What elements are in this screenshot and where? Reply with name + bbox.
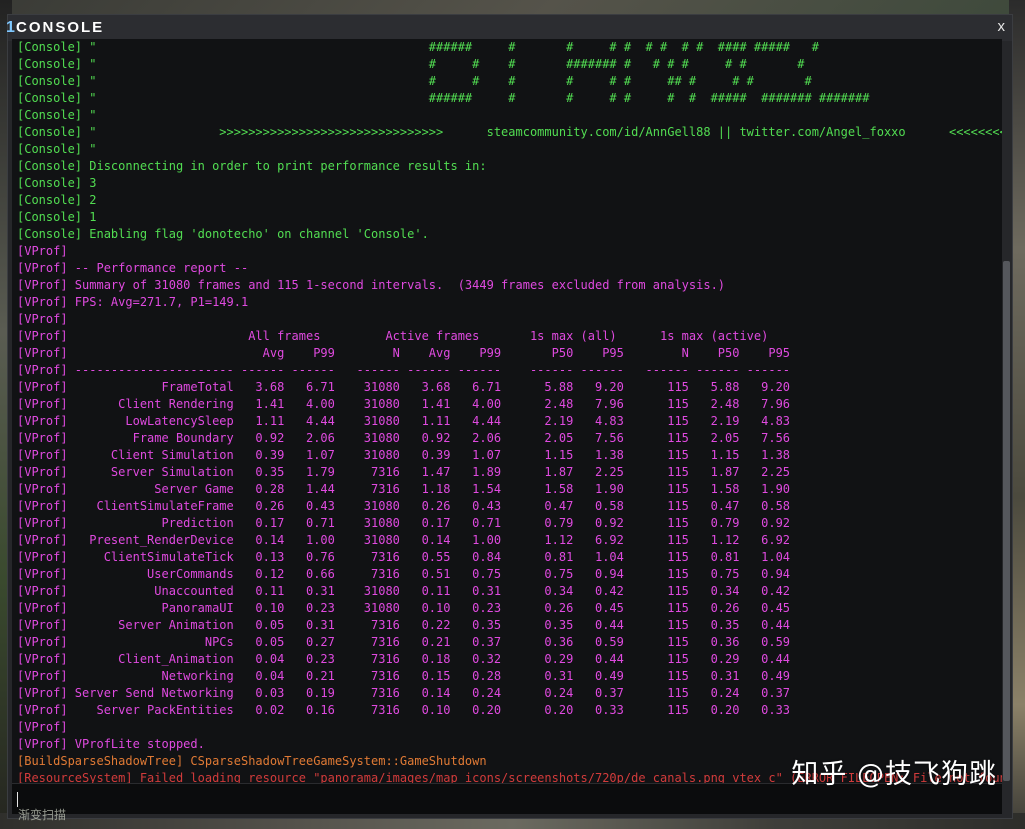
log-line: [VProf] Server Animation 0.05 0.31 7316 … [17, 618, 791, 632]
log-line: [VProf] All frames Active frames 1s max … [17, 329, 769, 343]
log-line: [VProf] FrameTotal 3.68 6.71 31080 3.68 … [17, 380, 791, 394]
log-line: [VProf] VProfLite stopped. [12, 736, 1002, 753]
log-line: [Console] " [17, 142, 97, 156]
log-line: [VProf] Avg P99 N Avg P99 P50 P95 N P50 … [17, 346, 791, 360]
log-line: [VProf] ClientSimulateTick 0.13 0.76 731… [17, 550, 791, 564]
console-log[interactable]: [Console] " ###### # # # # # # # # #### … [12, 39, 1002, 783]
log-line: [VProf] Present_RenderDevice 0.14 1.00 3… [17, 533, 791, 547]
log-line: [Console] " [17, 108, 97, 122]
log-line: [Console] " # # # # # # ## # # # # [17, 74, 812, 88]
log-line: [VProf] LowLatencySleep 1.11 4.44 31080 … [17, 414, 791, 428]
watermark: 知乎 @技飞狗跳 [791, 759, 997, 790]
log-line: [VProf] UserCommands 0.12 0.66 7316 0.51… [17, 567, 791, 581]
log-scrollbar[interactable] [1003, 261, 1010, 781]
log-line: [Console] " # # # ####### # # # # # # # [17, 57, 805, 71]
log-line: [VProf] Server Send Networking 0.03 0.19… [17, 686, 791, 700]
log-line: [VProf] Prediction 0.17 0.71 31080 0.17 … [17, 516, 791, 530]
log-line: [VProf] Server Game 0.28 1.44 7316 1.18 … [17, 482, 791, 496]
log-line: [VProf] NPCs 0.05 0.27 7316 0.21 0.37 0.… [17, 635, 791, 649]
log-line: [Console] 2 [17, 193, 97, 207]
log-line: [VProf] FPS: Avg=271.7, P1=149.1 [17, 295, 249, 309]
log-line: [VProf] Client Simulation 0.39 1.07 3108… [17, 448, 791, 462]
title-prefix: 1 [6, 19, 15, 36]
log-line: [VProf] Server PackEntities 0.02 0.16 73… [17, 703, 791, 717]
window-title: CONSOLE [16, 19, 105, 36]
log-line: [Console] Enabling flag 'donotecho' on c… [17, 227, 429, 241]
log-line: [Console] " >>>>>>>>>>>>>>>>>>>>>>>>>>>>… [17, 125, 1002, 139]
log-line: [VProf] Frame Boundary 0.92 2.06 31080 0… [17, 431, 791, 445]
log-line: [VProf] -- Performance report -- [17, 261, 249, 275]
log-line: [VProf] ClientSimulateFrame 0.26 0.43 31… [17, 499, 791, 513]
log-line: [VProf] Summary of 31080 frames and 115 … [17, 278, 726, 292]
log-line: [VProf] [17, 312, 68, 326]
log-line: [VProf] Unaccounted 0.11 0.31 31080 0.11… [17, 584, 791, 598]
log-line: [VProf] [12, 719, 1002, 736]
log-line: [Console] " ###### # # # # # # ##### ###… [17, 91, 870, 105]
log-line: [Console] Disconnecting in order to prin… [17, 159, 487, 173]
close-button[interactable]: x [998, 18, 1006, 35]
text-caret [17, 792, 18, 807]
log-line: [Console] " ###### # # # # # # # # #### … [17, 40, 819, 54]
log-line: [VProf] PanoramaUI 0.10 0.23 31080 0.10 … [17, 601, 791, 615]
log-line: [VProf] [17, 244, 68, 258]
log-line: [VProf] Client Rendering 1.41 4.00 31080… [17, 397, 791, 411]
titlebar[interactable]: 1 CONSOLE x [6, 15, 1012, 41]
console-window: 1 CONSOLE x [Console] " ###### # # # # #… [6, 14, 1013, 819]
log-line: [Console] 3 [17, 176, 97, 190]
log-line: [VProf] Client_Animation 0.04 0.23 7316 … [17, 652, 791, 666]
log-line: [VProf] Server Simulation 0.35 1.79 7316… [17, 465, 791, 479]
background-text: 渐变扫描 [18, 808, 67, 822]
log-line: [Console] 1 [17, 210, 97, 224]
log-line: [VProf] Networking 0.04 0.21 7316 0.15 0… [17, 669, 791, 683]
log-line: [VProf] ---------------------- ------ --… [17, 363, 791, 377]
